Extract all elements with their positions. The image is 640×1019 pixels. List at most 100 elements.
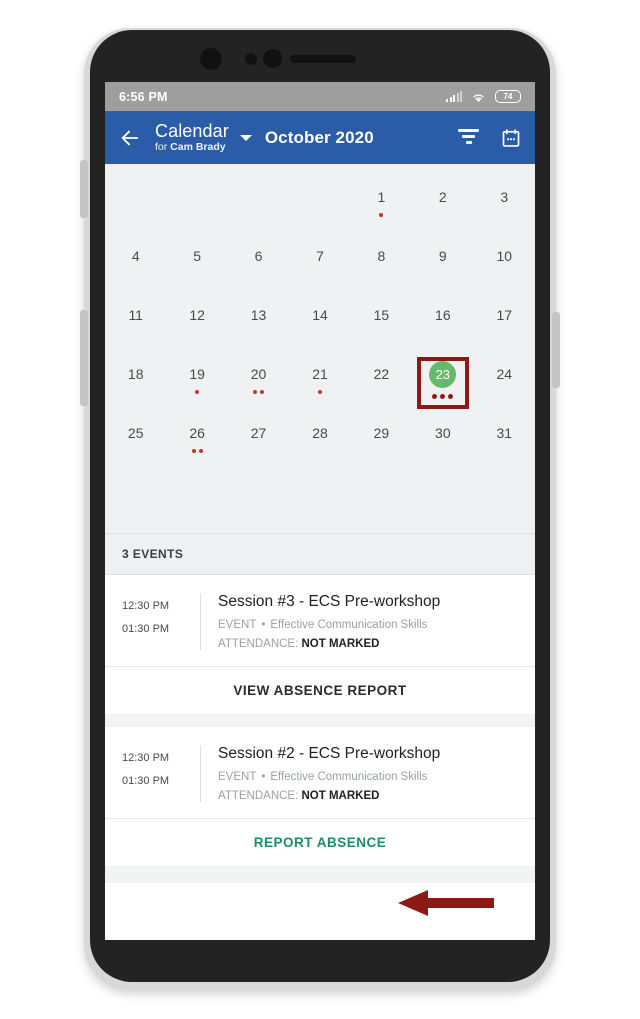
calendar-day-number: 26 <box>189 425 205 441</box>
calendar-day-number: 2 <box>438 189 447 205</box>
front-camera-icon <box>200 48 222 70</box>
calendar-day-4[interactable]: 4 <box>105 237 166 296</box>
calendar-day-16[interactable]: 16 <box>412 296 473 355</box>
calendar-day-19[interactable]: 19 <box>166 355 227 414</box>
calendar-day-number: 12 <box>189 307 205 323</box>
status-bar: 6:56 PM 74 <box>105 82 535 111</box>
calendar-day-26[interactable]: 26 <box>166 414 227 473</box>
event-dots-indicator <box>191 449 203 454</box>
calendar-day-11[interactable]: 11 <box>105 296 166 355</box>
calendar-day-24[interactable]: 24 <box>474 355 535 414</box>
calendar-day-12[interactable]: 12 <box>166 296 227 355</box>
calendar-day-13[interactable]: 13 <box>228 296 289 355</box>
month-label[interactable]: October 2020 <box>265 128 374 148</box>
calendar-day-number: 11 <box>128 307 143 323</box>
calendar-day-number: 16 <box>435 307 451 323</box>
event-type: EVENT <box>218 619 257 631</box>
attendance-status-badge: NOT MARKED <box>301 638 380 650</box>
event-end-time: 01:30 PM <box>122 623 170 635</box>
battery-level: 74 <box>503 91 513 101</box>
calendar-day-7[interactable]: 7 <box>289 237 350 296</box>
phone-screen: 6:56 PM 74 Calendar for Cam Brady Octobe… <box>105 82 535 940</box>
calendar-day-number: 10 <box>496 248 513 264</box>
calendar-day-23[interactable]: 23 <box>412 355 473 414</box>
calendar-day-number: 17 <box>496 307 513 323</box>
calendar-day-2[interactable]: 2 <box>412 178 473 237</box>
event-category: Effective Communication Skills <box>270 619 428 631</box>
calendar-day-empty <box>166 178 227 237</box>
event-attendance: ATTENDANCE: NOT MARKED <box>218 638 535 650</box>
calendar-day-number: 24 <box>496 366 513 382</box>
calendar-day-number: 15 <box>373 307 390 323</box>
calendar-day-15[interactable]: 15 <box>351 296 412 355</box>
calendar-week-row: 18 19 20 21 22 23 24 <box>105 355 535 414</box>
calendar-day-30[interactable]: 30 <box>412 414 473 473</box>
event-row[interactable]: 12:30 PM 01:30 PM Session #3 - ECS Pre-wor… <box>105 575 535 666</box>
calendar-day-number: 30 <box>435 425 451 441</box>
selected-day-circle: 23 <box>429 361 457 388</box>
filter-icon[interactable] <box>458 129 479 146</box>
event-body: Session #2 - ECS Pre-workshop EVENT • Effec… <box>200 745 535 802</box>
calendar-day-6[interactable]: 6 <box>228 237 289 296</box>
event-times: 12:30 PM 01:30 PM <box>122 745 200 802</box>
calendar-day-27[interactable]: 27 <box>228 414 289 473</box>
secondary-camera-icon <box>263 49 282 68</box>
calendar-day-5[interactable]: 5 <box>166 237 227 296</box>
report-absence-button[interactable]: REPORT ABSENCE <box>105 818 535 866</box>
chevron-down-icon[interactable] <box>239 134 252 141</box>
page-subtitle: for Cam Brady <box>155 141 229 153</box>
calendar-day-25[interactable]: 25 <box>105 414 166 473</box>
calendar-day-number: 31 <box>496 425 513 441</box>
calendar-day-empty <box>289 178 350 237</box>
calendar-day-3[interactable]: 3 <box>474 178 535 237</box>
power-button[interactable] <box>552 312 560 388</box>
app-bar-actions <box>458 128 521 148</box>
event-start-time: 12:30 PM <box>122 600 170 612</box>
calendar-day-number: 8 <box>377 248 386 264</box>
view-absence-report-button[interactable]: VIEW ABSENCE REPORT <box>105 666 535 714</box>
calendar-day-number: 25 <box>127 425 144 441</box>
calendar-day-10[interactable]: 10 <box>474 237 535 296</box>
event-card: 12:30 PM 01:30 PM Session #3 - ECS Pre-wor… <box>105 575 535 714</box>
calendar-day-21[interactable]: 21 <box>289 355 350 414</box>
event-dots-indicator <box>195 390 200 395</box>
events-count-header: 3 EVENTS <box>105 533 535 575</box>
calendar-day-9[interactable]: 9 <box>412 237 473 296</box>
calendar-title-block[interactable]: Calendar for Cam Brady <box>155 122 229 153</box>
event-body: Session #3 - ECS Pre-workshop EVENT • Effec… <box>200 593 535 650</box>
status-time: 6:56 PM <box>119 89 168 104</box>
calendar-day-1[interactable]: 1 <box>351 178 412 237</box>
calendar-day-22[interactable]: 22 <box>351 355 412 414</box>
calendar-day-number: 27 <box>250 425 267 441</box>
calendar-day-31[interactable]: 31 <box>474 414 535 473</box>
volume-down-button[interactable] <box>80 310 88 406</box>
wifi-icon <box>473 94 484 102</box>
attendance-label: ATTENDANCE: <box>218 790 302 802</box>
battery-icon: 74 <box>495 90 521 103</box>
event-meta-separator: • <box>261 619 266 631</box>
screenshot-stage: 6:56 PM 74 Calendar for Cam Brady Octobe… <box>0 0 640 1019</box>
calendar-day-18[interactable]: 18 <box>105 355 166 414</box>
calendar-day-8[interactable]: 8 <box>351 237 412 296</box>
card-gap <box>105 714 535 727</box>
event-times: 12:30 PM 01:30 PM <box>122 593 200 650</box>
event-category: Effective Communication Skills <box>270 771 428 783</box>
calendar-day-20[interactable]: 20 <box>228 355 289 414</box>
calendar-day-29[interactable]: 29 <box>351 414 412 473</box>
calendar-icon[interactable] <box>501 128 521 148</box>
volume-up-button[interactable] <box>80 160 88 218</box>
back-arrow-icon[interactable] <box>119 127 141 149</box>
calendar-day-number: 7 <box>316 248 324 264</box>
calendar-day-17[interactable]: 17 <box>474 296 535 355</box>
calendar-day-28[interactable]: 28 <box>289 414 350 473</box>
calendar-day-number: 29 <box>373 425 390 441</box>
event-row[interactable]: 12:30 PM 01:30 PM Session #2 - ECS Pre-wor… <box>105 727 535 818</box>
event-dots-indicator <box>432 394 454 399</box>
event-dots-indicator <box>379 213 384 218</box>
calendar-day-14[interactable]: 14 <box>289 296 350 355</box>
event-dots-indicator <box>317 390 322 395</box>
calendar-day-number: 13 <box>250 307 267 323</box>
event-title: Session #3 - ECS Pre-workshop <box>218 593 441 610</box>
page-title: Calendar <box>155 121 229 142</box>
calendar-week-row: 25 26 27 28 29 30 31 <box>105 414 535 473</box>
